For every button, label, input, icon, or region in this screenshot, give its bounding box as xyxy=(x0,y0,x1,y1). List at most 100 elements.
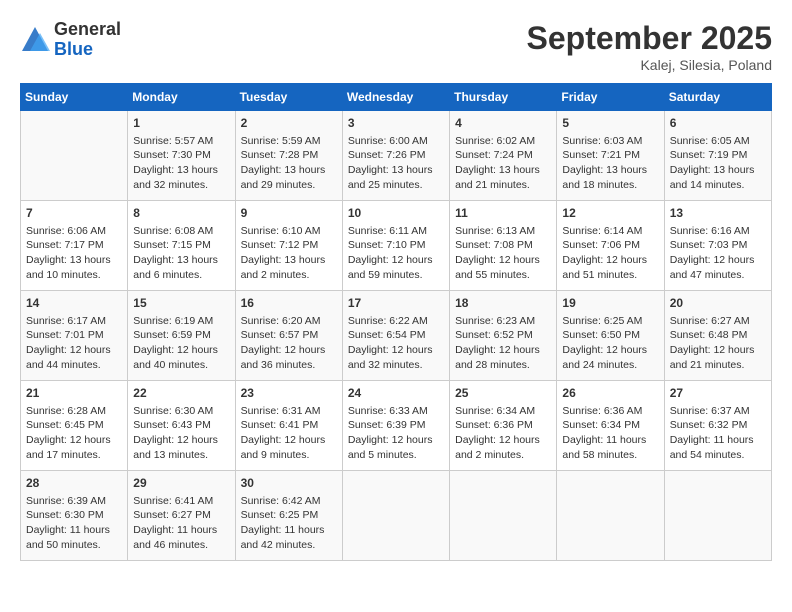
day-info: Sunrise: 6:30 AM Sunset: 6:43 PM Dayligh… xyxy=(133,405,218,461)
calendar-cell: 19 Sunrise: 6:25 AM Sunset: 6:50 PM Dayli… xyxy=(557,291,664,381)
calendar-cell: 24 Sunrise: 6:33 AM Sunset: 6:39 PM Dayli… xyxy=(342,381,449,471)
calendar-cell: 30 Sunrise: 6:42 AM Sunset: 6:25 PM Dayli… xyxy=(235,471,342,561)
day-number: 14 xyxy=(26,295,122,312)
calendar-cell: 21 Sunrise: 6:28 AM Sunset: 6:45 PM Dayli… xyxy=(21,381,128,471)
day-info: Sunrise: 6:39 AM Sunset: 6:30 PM Dayligh… xyxy=(26,495,110,551)
logo-blue: Blue xyxy=(54,40,121,60)
calendar-cell xyxy=(557,471,664,561)
calendar-cell: 17 Sunrise: 6:22 AM Sunset: 6:54 PM Dayli… xyxy=(342,291,449,381)
day-number: 30 xyxy=(241,475,337,492)
calendar-cell: 8 Sunrise: 6:08 AM Sunset: 7:15 PM Daylig… xyxy=(128,201,235,291)
logo-text: General Blue xyxy=(54,20,121,60)
day-number: 8 xyxy=(133,205,229,222)
calendar-cell: 29Sunrise: 6:41 AM Sunset: 6:27 PM Dayli… xyxy=(128,471,235,561)
day-number: 6 xyxy=(670,115,766,132)
day-info: Sunrise: 5:59 AM Sunset: 7:28 PM Dayligh… xyxy=(241,135,326,191)
day-number: 20 xyxy=(670,295,766,312)
logo-general: General xyxy=(54,20,121,40)
calendar-cell xyxy=(664,471,771,561)
day-number: 10 xyxy=(348,205,444,222)
location: Kalej, Silesia, Poland xyxy=(527,57,772,73)
day-number: 15 xyxy=(133,295,229,312)
day-number: 23 xyxy=(241,385,337,402)
calendar-table: SundayMondayTuesdayWednesdayThursdayFrid… xyxy=(20,83,772,561)
day-info: Sunrise: 6:10 AM Sunset: 7:12 PM Dayligh… xyxy=(241,225,326,281)
day-number: 13 xyxy=(670,205,766,222)
calendar-cell: 6 Sunrise: 6:05 AM Sunset: 7:19 PM Daylig… xyxy=(664,111,771,201)
calendar-cell xyxy=(21,111,128,201)
day-number: 5 xyxy=(562,115,658,132)
header-day: Saturday xyxy=(664,84,771,111)
day-info: Sunrise: 6:37 AM Sunset: 6:32 PM Dayligh… xyxy=(670,405,754,461)
calendar-week-row: 7 Sunrise: 6:06 AM Sunset: 7:17 PM Daylig… xyxy=(21,201,772,291)
calendar-week-row: 14 Sunrise: 6:17 AM Sunset: 7:01 PM Dayli… xyxy=(21,291,772,381)
day-info: Sunrise: 6:03 AM Sunset: 7:21 PM Dayligh… xyxy=(562,135,647,191)
calendar-cell: 15 Sunrise: 6:19 AM Sunset: 6:59 PM Dayli… xyxy=(128,291,235,381)
calendar-cell: 2 Sunrise: 5:59 AM Sunset: 7:28 PM Daylig… xyxy=(235,111,342,201)
calendar-cell xyxy=(342,471,449,561)
day-number: 2 xyxy=(241,115,337,132)
day-number: 1 xyxy=(133,115,229,132)
day-number: 3 xyxy=(348,115,444,132)
calendar-week-row: 28 Sunrise: 6:39 AM Sunset: 6:30 PM Dayli… xyxy=(21,471,772,561)
day-info: Sunrise: 6:17 AM Sunset: 7:01 PM Dayligh… xyxy=(26,315,111,371)
calendar-cell xyxy=(450,471,557,561)
calendar-week-row: 21 Sunrise: 6:28 AM Sunset: 6:45 PM Dayli… xyxy=(21,381,772,471)
day-info: Sunrise: 6:28 AM Sunset: 6:45 PM Dayligh… xyxy=(26,405,111,461)
day-info: Sunrise: 6:31 AM Sunset: 6:41 PM Dayligh… xyxy=(241,405,326,461)
day-info: Sunrise: 6:25 AM Sunset: 6:50 PM Dayligh… xyxy=(562,315,647,371)
calendar-cell: 28 Sunrise: 6:39 AM Sunset: 6:30 PM Dayli… xyxy=(21,471,128,561)
day-info: Sunrise: 6:20 AM Sunset: 6:57 PM Dayligh… xyxy=(241,315,326,371)
day-info: Sunrise: 6:02 AM Sunset: 7:24 PM Dayligh… xyxy=(455,135,540,191)
day-number: 19 xyxy=(562,295,658,312)
day-number: 24 xyxy=(348,385,444,402)
calendar-cell: 11 Sunrise: 6:13 AM Sunset: 7:08 PM Dayli… xyxy=(450,201,557,291)
day-info: Sunrise: 6:05 AM Sunset: 7:19 PM Dayligh… xyxy=(670,135,755,191)
header-row: SundayMondayTuesdayWednesdayThursdayFrid… xyxy=(21,84,772,111)
page-header: General Blue September 2025 Kalej, Siles… xyxy=(20,20,772,73)
day-info: Sunrise: 6:06 AM Sunset: 7:17 PM Dayligh… xyxy=(26,225,111,281)
calendar-cell: 13 Sunrise: 6:16 AM Sunset: 7:03 PM Dayli… xyxy=(664,201,771,291)
day-info: Sunrise: 6:14 AM Sunset: 7:06 PM Dayligh… xyxy=(562,225,647,281)
logo-icon xyxy=(20,25,50,55)
day-number: 9 xyxy=(241,205,337,222)
header-day: Monday xyxy=(128,84,235,111)
day-number: 7 xyxy=(26,205,122,222)
calendar-cell: 23 Sunrise: 6:31 AM Sunset: 6:41 PM Dayli… xyxy=(235,381,342,471)
logo: General Blue xyxy=(20,20,121,60)
calendar-cell: 3 Sunrise: 6:00 AM Sunset: 7:26 PM Daylig… xyxy=(342,111,449,201)
day-info: Sunrise: 6:41 AM Sunset: 6:27 PM Dayligh… xyxy=(133,495,217,551)
day-info: Sunrise: 6:08 AM Sunset: 7:15 PM Dayligh… xyxy=(133,225,218,281)
day-number: 25 xyxy=(455,385,551,402)
header-day: Thursday xyxy=(450,84,557,111)
day-info: Sunrise: 6:33 AM Sunset: 6:39 PM Dayligh… xyxy=(348,405,433,461)
day-info: Sunrise: 6:42 AM Sunset: 6:25 PM Dayligh… xyxy=(241,495,325,551)
day-info: Sunrise: 6:23 AM Sunset: 6:52 PM Dayligh… xyxy=(455,315,540,371)
day-number: 4 xyxy=(455,115,551,132)
calendar-cell: 16 Sunrise: 6:20 AM Sunset: 6:57 PM Dayli… xyxy=(235,291,342,381)
day-info: Sunrise: 6:16 AM Sunset: 7:03 PM Dayligh… xyxy=(670,225,755,281)
day-info: Sunrise: 6:22 AM Sunset: 6:54 PM Dayligh… xyxy=(348,315,433,371)
day-number: 16 xyxy=(241,295,337,312)
day-info: Sunrise: 6:19 AM Sunset: 6:59 PM Dayligh… xyxy=(133,315,218,371)
day-number: 18 xyxy=(455,295,551,312)
day-number: 21 xyxy=(26,385,122,402)
day-number: 11 xyxy=(455,205,551,222)
day-info: Sunrise: 6:00 AM Sunset: 7:26 PM Dayligh… xyxy=(348,135,433,191)
calendar-cell: 20Sunrise: 6:27 AM Sunset: 6:48 PM Dayli… xyxy=(664,291,771,381)
header-day: Tuesday xyxy=(235,84,342,111)
header-day: Wednesday xyxy=(342,84,449,111)
calendar-header: SundayMondayTuesdayWednesdayThursdayFrid… xyxy=(21,84,772,111)
day-info: Sunrise: 6:36 AM Sunset: 6:34 PM Dayligh… xyxy=(562,405,646,461)
title-block: September 2025 Kalej, Silesia, Poland xyxy=(527,20,772,73)
day-number: 28 xyxy=(26,475,122,492)
header-day: Friday xyxy=(557,84,664,111)
calendar-cell: 14 Sunrise: 6:17 AM Sunset: 7:01 PM Dayli… xyxy=(21,291,128,381)
calendar-cell: 12Sunrise: 6:14 AM Sunset: 7:06 PM Dayli… xyxy=(557,201,664,291)
day-info: Sunrise: 6:13 AM Sunset: 7:08 PM Dayligh… xyxy=(455,225,540,281)
day-number: 17 xyxy=(348,295,444,312)
day-number: 26 xyxy=(562,385,658,402)
calendar-week-row: 1Sunrise: 5:57 AM Sunset: 7:30 PM Daylig… xyxy=(21,111,772,201)
calendar-cell: 27Sunrise: 6:37 AM Sunset: 6:32 PM Dayli… xyxy=(664,381,771,471)
header-day: Sunday xyxy=(21,84,128,111)
